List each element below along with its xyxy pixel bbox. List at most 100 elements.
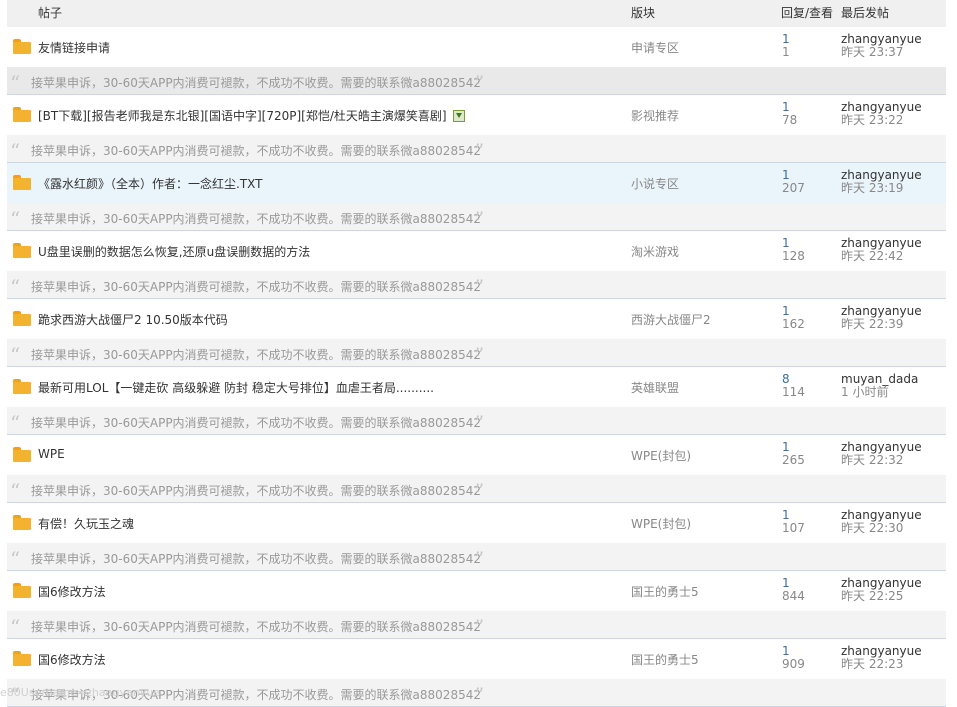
- thread-forum-link[interactable]: 国王的勇士5: [631, 583, 699, 600]
- quote-text: 接苹果申诉，30-60天APP内消费可褪款，不成功不收费。需要的联系微a8802…: [31, 416, 481, 430]
- table-row: 跪求西游大战僵尸2 10.50版本代码 西游大战僵尸2 1 162 zhangy…: [7, 299, 946, 367]
- thread-quote: “ 接苹果申诉，30-60天APP内消费可褪款，不成功不收费。需要的联系微a88…: [7, 339, 946, 366]
- close-quote-icon: ”: [474, 275, 485, 299]
- view-count: 1: [782, 45, 790, 59]
- open-quote-icon: “: [10, 479, 21, 503]
- thread-list: 帖子 版块 回复/查看 最后发帖 友情链接申请 申请专区 1 1 zhangya…: [7, 0, 946, 707]
- thread-title[interactable]: U盘里误删的数据怎么恢复,还原u盘误删数据的方法: [38, 245, 310, 259]
- view-count: 114: [782, 385, 805, 399]
- open-quote-icon: “: [10, 139, 21, 163]
- footer-text: e80Username=zhangyanyue: [0, 686, 160, 699]
- thread-main: 友情链接申请 申请专区 1 1 zhangyanyue 昨天 23:37: [7, 27, 946, 67]
- folder-icon: [13, 583, 31, 598]
- thread-title[interactable]: 国6修改方法: [38, 585, 106, 599]
- thread-title-link[interactable]: 国6修改方法: [38, 583, 106, 600]
- quote-text: 接苹果申诉，30-60天APP内消费可褪款，不成功不收费。需要的联系微a8802…: [31, 484, 481, 498]
- last-post-time[interactable]: 1 小时前: [841, 386, 888, 399]
- thread-title-link[interactable]: 《露水红颜》（全本）作者：一念红尘.TXT: [38, 175, 263, 192]
- table-row: 有偿！久玩玉之魂 WPE(封包) 1 107 zhangyanyue 昨天 22…: [7, 503, 946, 571]
- thread-quote: “ 接苹果申诉，30-60天APP内消费可褪款，不成功不收费。需要的联系微a88…: [7, 67, 946, 94]
- header-title: 帖子: [38, 6, 63, 20]
- thread-forum-link[interactable]: WPE(封包): [631, 515, 691, 532]
- last-post-time[interactable]: 昨天 22:42: [841, 250, 903, 263]
- thread-main: [BT下载][报告老师我是东北银][国语中字][720P][郑恺/杜天皓主演爆笑…: [7, 95, 946, 135]
- thread-title-link[interactable]: 有偿！久玩玉之魂: [38, 515, 134, 532]
- thread-title[interactable]: 国6修改方法: [38, 653, 106, 667]
- header-last-post: 最后发帖: [841, 6, 890, 20]
- header-stats: 回复/查看: [781, 6, 834, 20]
- thread-title[interactable]: 《露水红颜》（全本）作者：一念红尘.TXT: [38, 177, 263, 191]
- folder-icon: [13, 379, 31, 394]
- thread-forum-link[interactable]: 小说专区: [631, 175, 679, 192]
- last-post-time[interactable]: 昨天 23:37: [841, 46, 903, 59]
- close-quote-icon: ”: [474, 207, 485, 231]
- quote-text: 接苹果申诉，30-60天APP内消费可褪款，不成功不收费。需要的联系微a8802…: [31, 620, 481, 634]
- table-row: 《露水红颜》（全本）作者：一念红尘.TXT 小说专区 1 207 zhangya…: [7, 163, 946, 231]
- thread-title-link[interactable]: 最新可用LOL【一键走砍 高级躲避 防封 稳定大号排位】血虐王者局.......…: [38, 379, 434, 396]
- thread-title[interactable]: WPE: [38, 447, 65, 461]
- table-row: 友情链接申请 申请专区 1 1 zhangyanyue 昨天 23:37 “ 接…: [7, 27, 946, 95]
- table-row: [BT下载][报告老师我是东北银][国语中字][720P][郑恺/杜天皓主演爆笑…: [7, 95, 946, 163]
- thread-main: 国6修改方法 国王的勇士5 1 909 zhangyanyue 昨天 22:23: [7, 639, 946, 679]
- thread-quote: “ 接苹果申诉，30-60天APP内消费可褪款，不成功不收费。需要的联系微a88…: [7, 135, 946, 162]
- thread-title-link[interactable]: U盘里误删的数据怎么恢复,还原u盘误删数据的方法: [38, 243, 310, 260]
- view-count: 107: [782, 521, 805, 535]
- view-count: 78: [782, 113, 798, 127]
- close-quote-icon: ”: [474, 615, 485, 639]
- open-quote-icon: “: [10, 343, 21, 367]
- thread-main: 最新可用LOL【一键走砍 高级躲避 防封 稳定大号排位】血虐王者局.......…: [7, 367, 946, 407]
- thread-forum-link[interactable]: 国王的勇士5: [631, 651, 699, 668]
- close-quote-icon: ”: [474, 547, 485, 571]
- open-quote-icon: “: [10, 615, 21, 639]
- thread-title-link[interactable]: [BT下载][报告老师我是东北银][国语中字][720P][郑恺/杜天皓主演爆笑…: [38, 107, 465, 124]
- view-count: 162: [782, 317, 805, 331]
- thread-forum-link[interactable]: 西游大战僵尸2: [631, 311, 711, 328]
- close-quote-icon: ”: [474, 343, 485, 367]
- thread-quote: “ 接苹果申诉，30-60天APP内消费可褪款，不成功不收费。需要的联系微a88…: [7, 475, 946, 502]
- thread-title-link[interactable]: 友情链接申请: [38, 39, 110, 56]
- thread-title-link[interactable]: WPE: [38, 447, 65, 461]
- thread-quote: “ 接苹果申诉，30-60天APP内消费可褪款，不成功不收费。需要的联系微a88…: [7, 203, 946, 230]
- last-post-time[interactable]: 昨天 22:32: [841, 454, 903, 467]
- open-quote-icon: “: [10, 547, 21, 571]
- thread-quote: “ 接苹果申诉，30-60天APP内消费可褪款，不成功不收费。需要的联系微a88…: [7, 271, 946, 298]
- thread-forum-link[interactable]: 影视推荐: [631, 107, 679, 124]
- thread-title[interactable]: 友情链接申请: [38, 41, 110, 55]
- open-quote-icon: “: [10, 275, 21, 299]
- thread-title[interactable]: 有偿！久玩玉之魂: [38, 517, 134, 531]
- last-post-time[interactable]: 昨天 22:39: [841, 318, 903, 331]
- last-post-time[interactable]: 昨天 22:25: [841, 590, 903, 603]
- table-header: 帖子 版块 回复/查看 最后发帖: [7, 0, 946, 27]
- thread-title[interactable]: [BT下载][报告老师我是东北银][国语中字][720P][郑恺/杜天皓主演爆笑…: [38, 109, 447, 123]
- folder-icon: [13, 39, 31, 54]
- close-quote-icon: ”: [474, 139, 485, 163]
- close-quote-icon: ”: [474, 479, 485, 503]
- download-icon: [452, 110, 465, 122]
- last-post-time[interactable]: 昨天 23:22: [841, 114, 903, 127]
- last-post-time[interactable]: 昨天 22:23: [841, 658, 903, 671]
- folder-icon: [13, 243, 31, 258]
- thread-main: 《露水红颜》（全本）作者：一念红尘.TXT 小说专区 1 207 zhangya…: [7, 163, 946, 203]
- thread-title[interactable]: 跪求西游大战僵尸2 10.50版本代码: [38, 313, 228, 327]
- folder-icon: [13, 447, 31, 462]
- view-count: 207: [782, 181, 805, 195]
- thread-forum-link[interactable]: 淘米游戏: [631, 243, 679, 260]
- thread-title-link[interactable]: 国6修改方法: [38, 651, 106, 668]
- last-post-time[interactable]: 昨天 23:19: [841, 182, 903, 195]
- thread-forum-link[interactable]: WPE(封包): [631, 447, 691, 464]
- thread-main: 国6修改方法 国王的勇士5 1 844 zhangyanyue 昨天 22:25: [7, 571, 946, 611]
- thread-main: U盘里误删的数据怎么恢复,还原u盘误删数据的方法 淘米游戏 1 128 zhan…: [7, 231, 946, 271]
- thread-title-link[interactable]: 跪求西游大战僵尸2 10.50版本代码: [38, 311, 228, 328]
- quote-text: 接苹果申诉，30-60天APP内消费可褪款，不成功不收费。需要的联系微a8802…: [31, 212, 481, 226]
- view-count: 909: [782, 657, 805, 671]
- open-quote-icon: “: [10, 207, 21, 231]
- thread-main: WPE WPE(封包) 1 265 zhangyanyue 昨天 22:32: [7, 435, 946, 475]
- thread-title[interactable]: 最新可用LOL【一键走砍 高级躲避 防封 稳定大号排位】血虐王者局.......…: [38, 381, 434, 395]
- thread-forum-link[interactable]: 申请专区: [631, 39, 679, 56]
- quote-text: 接苹果申诉，30-60天APP内消费可褪款，不成功不收费。需要的联系微a8802…: [31, 348, 481, 362]
- thread-forum-link[interactable]: 英雄联盟: [631, 379, 679, 396]
- last-post-time[interactable]: 昨天 22:30: [841, 522, 903, 535]
- quote-text: 接苹果申诉，30-60天APP内消费可褪款，不成功不收费。需要的联系微a8802…: [31, 552, 481, 566]
- folder-icon: [13, 311, 31, 326]
- table-row: U盘里误删的数据怎么恢复,还原u盘误删数据的方法 淘米游戏 1 128 zhan…: [7, 231, 946, 299]
